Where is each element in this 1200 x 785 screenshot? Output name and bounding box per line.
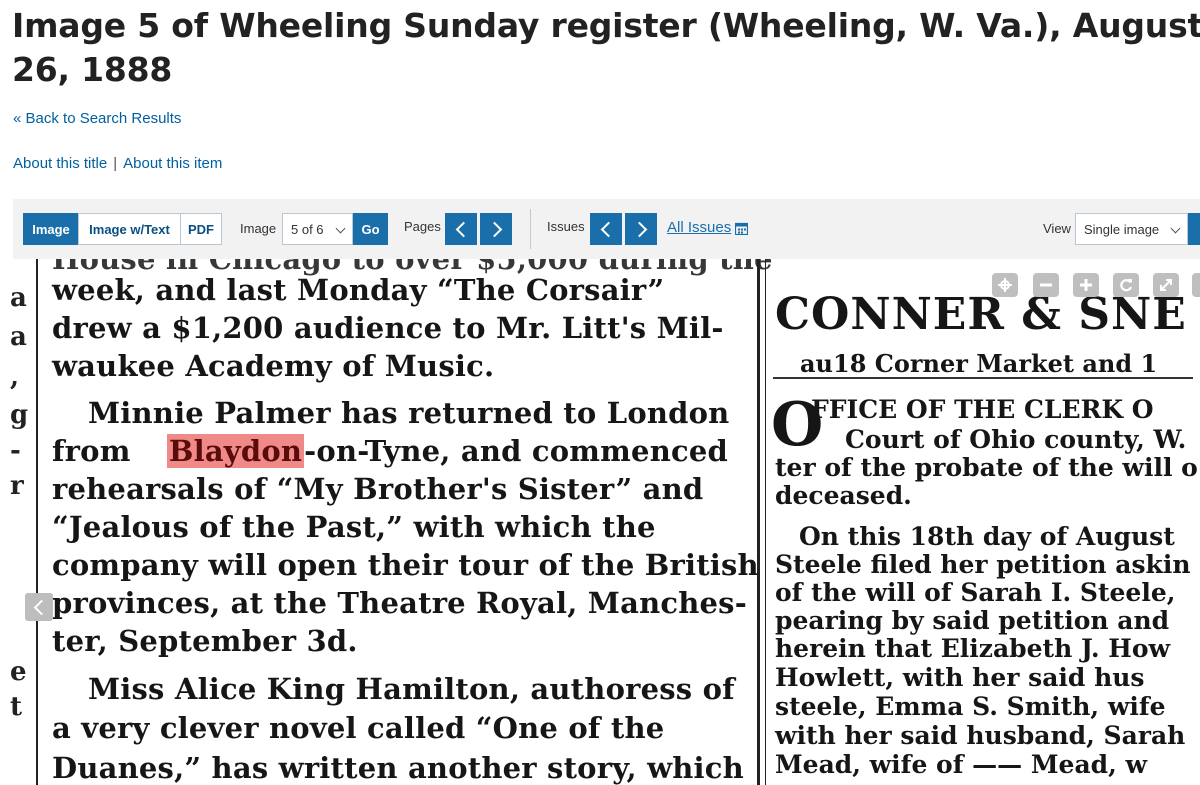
extra-control-button[interactable] [1192,273,1200,297]
text-fragment: from [52,434,131,468]
text-line: Minnie Palmer has returned to London [88,396,730,430]
text-line: drew a $1,200 audience to Mr. Litt's Mil… [52,311,724,345]
text-line: week, and last Monday “The Corsair” [52,273,665,307]
margin-fragment: g [10,400,29,430]
previous-page-button[interactable] [445,213,477,245]
margin-fragment: e [10,657,27,687]
text-line-with-highlight: from Blaydon-on-Tyne, and commenced [52,434,728,468]
text-line: company will open their tour of the Brit… [52,548,759,582]
about-links: About this title | About this item [13,155,222,172]
page-title: Image 5 of Wheeling Sunday register (Whe… [12,6,1200,89]
chevron-left-icon [33,599,49,615]
all-issues-link[interactable]: All Issues [667,219,749,236]
text-line: On this 18th day of August [799,522,1175,551]
about-title-link[interactable]: About this title [13,155,107,172]
column-rule [36,259,38,785]
text-line: a very clever novel called “One of the [52,711,665,745]
text-line: Court of Ohio county, W. [845,425,1187,454]
fullscreen-button[interactable] [1153,273,1179,297]
chevron-left-icon [455,221,471,237]
previous-issue-button[interactable] [590,213,622,245]
tab-image-with-text[interactable]: Image w/Text [78,213,181,245]
home-icon [998,278,1012,292]
text-line: with her said husband, Sarah [775,721,1186,750]
view-label: View [1043,221,1071,236]
divider-rule [773,377,1193,379]
text-line: waukee Academy of Music. [52,349,495,383]
text-line: Miss Alice King Hamilton, authoress of [88,672,735,706]
go-button[interactable]: Go [353,213,388,245]
margin-fragment: t [10,692,23,722]
chevron-right-icon [486,221,502,237]
view-options-button[interactable] [1188,213,1200,245]
margin-fragment: - [10,436,21,466]
text-line: of the will of Sarah I. Steele, [775,578,1176,607]
view-select[interactable]: Single image [1075,213,1188,245]
margin-fragment: a [10,322,27,352]
text-line: Steele filed her petition askin [775,550,1191,579]
tab-pdf[interactable]: PDF [180,213,222,245]
text-fragment: -on-Tyne, and commenced [304,434,728,468]
home-button[interactable] [992,273,1018,297]
text-line: Mead, wife of —— Mead, w [775,750,1148,779]
image-label: Image [240,221,277,236]
text-line: herein that Elizabeth J. How [775,634,1171,663]
calendar-icon [735,222,749,235]
text-line: Howlett, with her said hus [775,663,1145,692]
zoom-in-button[interactable] [1073,273,1099,297]
rotate-button[interactable] [1113,273,1139,297]
text-line: Duanes,” has written another story, whic… [52,751,744,785]
viewer-previous-button[interactable] [25,593,53,621]
margin-fragment: r [10,471,24,501]
search-highlight: Blaydon [166,434,305,468]
next-issue-button[interactable] [625,213,657,245]
text-line: FFICE OF THE CLERK O [811,395,1154,424]
zoom-out-button[interactable] [1033,273,1059,297]
text-line: steele, Emma S. Smith, wife [775,692,1166,721]
text-line: ter of the probate of the will o [775,453,1198,482]
newspaper-image-viewer[interactable]: a a , g - r e t House in Chicago to over… [0,259,1200,785]
all-issues-label: All Issues [667,219,732,236]
column-rule [765,259,766,785]
text-line: au18 Corner Market and 1 [800,349,1158,378]
margin-fragment: a [10,283,27,313]
chevron-left-icon [600,221,616,237]
back-to-search-link[interactable]: « Back to Search Results [13,110,181,127]
chevron-right-icon [631,221,647,237]
chevron-down-icon [335,223,346,234]
about-item-link[interactable]: About this item [123,155,222,172]
text-line: provinces, at the Theatre Royal, Manches… [52,586,747,620]
margin-fragment: , [10,362,20,392]
chevron-down-icon [1170,223,1181,234]
text-line: rehearsals of “My Brother's Sister” and [52,472,704,506]
rotate-icon [1120,279,1133,292]
text-line: deceased. [775,481,912,510]
text-line: pearing by said petition and [775,606,1170,635]
fullscreen-icon [1160,279,1172,291]
newspaper-scan: a a , g - r e t House in Chicago to over… [0,259,1200,785]
zoom-in-icon [1080,279,1092,291]
tab-image[interactable]: Image [23,213,79,245]
image-select[interactable]: 5 of 6 [282,213,353,245]
about-separator: | [113,155,118,172]
text-line: “Jealous of the Past,” with which the [52,510,656,544]
viewer-toolbar: Image Image w/Text PDF Image 5 of 6 Go P… [13,199,1200,259]
column-rule [757,259,760,785]
zoom-out-icon [1040,283,1052,287]
view-select-value: Single image [1084,221,1160,237]
toolbar-divider [530,209,531,249]
pages-label: Pages [404,219,441,234]
next-page-button[interactable] [480,213,512,245]
image-select-value: 5 of 6 [291,221,324,237]
issues-label: Issues [547,219,585,234]
text-line: ter, September 3d. [52,624,358,658]
